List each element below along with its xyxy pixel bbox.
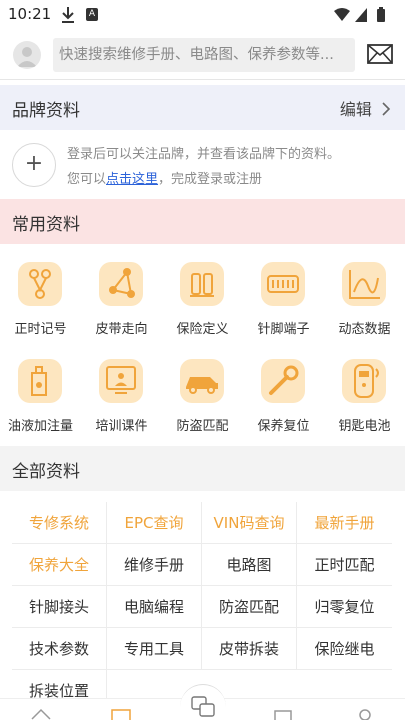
anti-theft-icon — [180, 359, 224, 403]
live-data-icon — [342, 262, 386, 306]
all-data-cell[interactable]: 防盗匹配 — [202, 586, 297, 628]
common-item-label: 油液加注量 — [7, 419, 73, 434]
common-item[interactable]: 保险定义 — [162, 246, 243, 343]
training-icon — [99, 359, 143, 403]
chevron-right-icon — [382, 102, 391, 116]
brand-section-title: 品牌资料 — [12, 101, 80, 121]
common-item[interactable]: 动态数据 — [324, 246, 405, 343]
all-data-cell[interactable]: EPC查询 — [107, 502, 202, 544]
download-icon — [62, 7, 74, 23]
all-data-cell[interactable]: 保养大全 — [12, 544, 107, 586]
avatar[interactable] — [13, 41, 41, 69]
signal-wifi-battery-icon — [334, 7, 385, 22]
all-data-cell[interactable]: 正时匹配 — [297, 544, 392, 586]
all-data-cell[interactable]: 维修手册 — [107, 544, 202, 586]
fuse-icon — [180, 262, 224, 306]
common-grid: 正时记号 皮带走向 保险定义 针脚端子 动态数据油液加注量 培训课件 防盗匹配 保养复位 钥匙电… — [0, 246, 405, 444]
common-item[interactable]: 正时记号 — [0, 246, 81, 343]
login-link[interactable]: 点击这里 — [106, 172, 158, 187]
common-item-label: 针脚端子 — [257, 322, 310, 337]
common-item-label: 防盗匹配 — [176, 419, 229, 434]
login-hint-prefix: 您可以 — [67, 172, 107, 187]
notification-a-icon: A — [86, 8, 98, 21]
all-data-cell[interactable]: 针脚接头 — [12, 586, 107, 628]
all-data-cell[interactable]: 皮带拆装 — [202, 628, 297, 670]
common-item[interactable]: 钥匙电池 — [324, 343, 405, 440]
common-item[interactable]: 针脚端子 — [243, 246, 324, 343]
common-item-label: 保险定义 — [176, 322, 229, 337]
common-item-label: 培训课件 — [95, 419, 148, 434]
common-item-label: 皮带走向 — [95, 322, 148, 337]
status-bar: 10:21 A — [0, 0, 405, 30]
login-hint-line2: 您可以点击这里，完成登录或注册 — [67, 168, 262, 187]
edit-label: 编辑 — [339, 100, 372, 119]
all-section-header: 全部资料 — [0, 446, 405, 491]
qa-center-button[interactable] — [180, 684, 226, 720]
common-item-label: 动态数据 — [338, 322, 391, 337]
all-data-cell[interactable]: 最新手册 — [297, 502, 392, 544]
library-icon[interactable] — [110, 707, 132, 720]
edit-button[interactable]: 编辑 — [340, 96, 391, 120]
all-data-cell[interactable]: 技术参数 — [12, 628, 107, 670]
status-time: 10:21 — [8, 5, 52, 23]
common-item-label: 钥匙电池 — [338, 419, 391, 434]
common-item-label: 正时记号 — [14, 322, 67, 337]
login-hint-suffix: ，完成登录或注册 — [158, 172, 263, 187]
mail-icon[interactable] — [367, 44, 393, 64]
login-hint-line1: 登录后可以关注品牌，并查看该品牌下的资料。 — [67, 147, 341, 162]
all-data-cell[interactable]: 保险继电 — [297, 628, 392, 670]
search-input[interactable] — [53, 38, 355, 72]
user-icon — [17, 47, 37, 67]
all-data-cell[interactable]: VIN码查询 — [202, 502, 297, 544]
add-brand-button[interactable]: + — [12, 143, 56, 187]
home-icon[interactable] — [30, 707, 52, 720]
timing-mark-icon — [18, 262, 62, 306]
all-data-cell[interactable]: 电脑编程 — [107, 586, 202, 628]
common-item-label: 保养复位 — [257, 419, 310, 434]
key-battery-icon — [342, 359, 386, 403]
common-item[interactable]: 防盗匹配 — [162, 343, 243, 440]
search-header — [0, 30, 405, 80]
brand-section-header: 品牌资料 编辑 — [0, 85, 405, 130]
common-item[interactable]: 培训课件 — [81, 343, 162, 440]
common-item[interactable]: 保养复位 — [243, 343, 324, 440]
belt-route-icon — [99, 262, 143, 306]
qa-icon — [191, 696, 215, 717]
all-data-cell[interactable]: 专用工具 — [107, 628, 202, 670]
profile-icon[interactable] — [354, 707, 376, 720]
common-section-title: 常用资料 — [12, 215, 80, 235]
all-data-cell[interactable]: 专修系统 — [12, 502, 107, 544]
common-item[interactable]: 油液加注量 — [0, 343, 81, 440]
login-card: + 登录后可以关注品牌，并查看该品牌下的资料。 您可以点击这里，完成登录或注册 — [0, 131, 405, 197]
pin-terminal-icon — [261, 262, 305, 306]
oil-capacity-icon — [18, 359, 62, 403]
store-icon[interactable] — [272, 707, 294, 720]
search-box[interactable] — [53, 38, 355, 72]
common-item[interactable]: 皮带走向 — [81, 246, 162, 343]
all-section-title: 全部资料 — [12, 462, 80, 482]
all-data-cell[interactable]: 电路图 — [202, 544, 297, 586]
common-section-header: 常用资料 — [0, 199, 405, 244]
service-reset-icon — [261, 359, 305, 403]
all-data-cell[interactable]: 归零复位 — [297, 586, 392, 628]
